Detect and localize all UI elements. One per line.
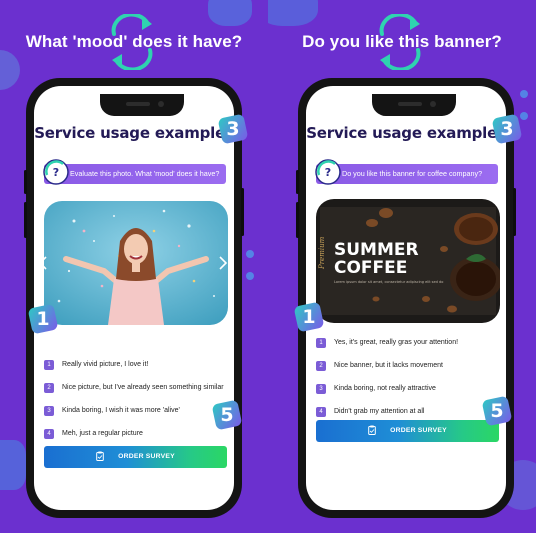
badge-number: 1 xyxy=(36,308,50,330)
answer-option[interactable]: 2 Nice picture, but I've already seen som… xyxy=(44,380,229,395)
answer-option[interactable]: 4 Didn't grab my attention at all xyxy=(316,404,501,419)
answer-option[interactable]: 4 Meh, just a regular picture xyxy=(44,426,229,441)
photo-woman-confetti xyxy=(44,201,228,325)
answer-text: Nice banner, but it lacks movement xyxy=(334,362,443,369)
phone-notch xyxy=(372,94,456,116)
answer-text: Really vivid picture, I love it! xyxy=(62,361,149,368)
phone-side-button xyxy=(296,202,299,238)
badge-number: 3 xyxy=(500,118,514,140)
phone-screen: Service usage examples Do you like this … xyxy=(306,86,506,510)
banner-fine-print: Lorem ipsum dolor sit amet, consectetur … xyxy=(334,280,443,284)
bg-decor xyxy=(0,50,20,90)
question-icon: ? xyxy=(315,159,341,185)
clipboard-icon xyxy=(96,451,104,462)
phone-side-button xyxy=(24,202,27,238)
banner-tag: Premium xyxy=(318,236,326,270)
answer-text: Didn't grab my attention at all xyxy=(334,408,425,415)
phone-side-button xyxy=(24,170,27,194)
order-survey-label: ORDER SURVEY xyxy=(118,453,175,460)
badge-number: 1 xyxy=(302,306,316,328)
headline: What 'mood' does it have? xyxy=(25,32,243,51)
coffee-banner: Premium SUMMER COFFEE Lorem ipsum dolor … xyxy=(316,199,500,323)
bg-decor xyxy=(208,0,252,26)
order-survey-label: ORDER SURVEY xyxy=(390,427,447,434)
phone-notch xyxy=(100,94,184,116)
banner-line2: COFFEE xyxy=(334,258,407,278)
answer-number: 3 xyxy=(316,383,326,394)
svg-text:?: ? xyxy=(53,166,59,179)
answer-option[interactable]: 3 Kinda boring, I wish it was more 'alive… xyxy=(44,403,229,418)
answer-number: 4 xyxy=(316,406,326,417)
prev-arrow-icon[interactable] xyxy=(38,256,48,270)
answer-option[interactable]: 1 Really vivid picture, I love it! xyxy=(44,357,229,372)
phone-side-button xyxy=(296,170,299,194)
answer-list: 1 Really vivid picture, I love it! 2 Nice … xyxy=(44,357,229,449)
panel-banner-feedback: Do you like this banner? Service usage e… xyxy=(268,0,536,533)
answer-text: Meh, just a regular picture xyxy=(62,430,143,437)
answer-number: 3 xyxy=(44,405,54,416)
page-title: Service usage examples xyxy=(306,124,506,142)
next-arrow-icon[interactable] xyxy=(218,256,228,270)
answer-text: Nice picture, but I've already seen some… xyxy=(62,384,224,391)
answer-option[interactable]: 3 Kinda boring, not really attractive xyxy=(316,381,501,396)
page-title: Service usage examples xyxy=(34,124,234,142)
bg-decor xyxy=(246,272,254,280)
badge-number: 5 xyxy=(220,404,234,426)
question-bar: Do you like this banner for coffee compa… xyxy=(316,164,498,184)
question-icon: ? xyxy=(43,159,69,185)
order-survey-button[interactable]: ORDER SURVEY xyxy=(316,420,499,442)
answer-option[interactable]: 1 Yes, it's great, really gras your atten… xyxy=(316,335,501,350)
phone-side-button xyxy=(241,188,244,236)
answer-number: 2 xyxy=(44,382,54,393)
answer-text: Kinda boring, not really attractive xyxy=(334,385,436,392)
answer-text: Kinda boring, I wish it was more 'alive' xyxy=(62,407,180,414)
bg-decor xyxy=(268,0,318,26)
bg-decor xyxy=(246,250,254,258)
phone-side-button xyxy=(513,188,516,236)
banner-line1: SUMMER xyxy=(334,240,419,260)
answer-number: 4 xyxy=(44,428,54,439)
bg-decor xyxy=(0,440,26,490)
svg-text:?: ? xyxy=(325,166,331,179)
phone-screen: Service usage examples Evaluate this pho… xyxy=(34,86,234,510)
question-bar: Evaluate this photo. What 'mood' does it… xyxy=(44,164,226,184)
badge-number: 3 xyxy=(226,118,240,140)
answer-list: 1 Yes, it's great, really gras your atten… xyxy=(316,335,501,427)
answer-text: Yes, it's great, really gras your attent… xyxy=(334,339,459,346)
panel-photo-mood: What 'mood' does it have? Service usage … xyxy=(0,0,268,533)
bg-decor xyxy=(520,90,528,98)
badge-number: 5 xyxy=(490,400,504,422)
phone-frame: Service usage examples Do you like this … xyxy=(296,78,516,518)
clipboard-icon xyxy=(368,425,376,436)
answer-number: 1 xyxy=(44,359,54,370)
order-survey-button[interactable]: ORDER SURVEY xyxy=(44,446,227,468)
headline: Do you like this banner? xyxy=(302,32,502,51)
answer-number: 1 xyxy=(316,337,326,348)
answer-option[interactable]: 2 Nice banner, but it lacks movement xyxy=(316,358,501,373)
answer-number: 2 xyxy=(316,360,326,371)
phone-frame: Service usage examples Evaluate this pho… xyxy=(24,78,244,518)
